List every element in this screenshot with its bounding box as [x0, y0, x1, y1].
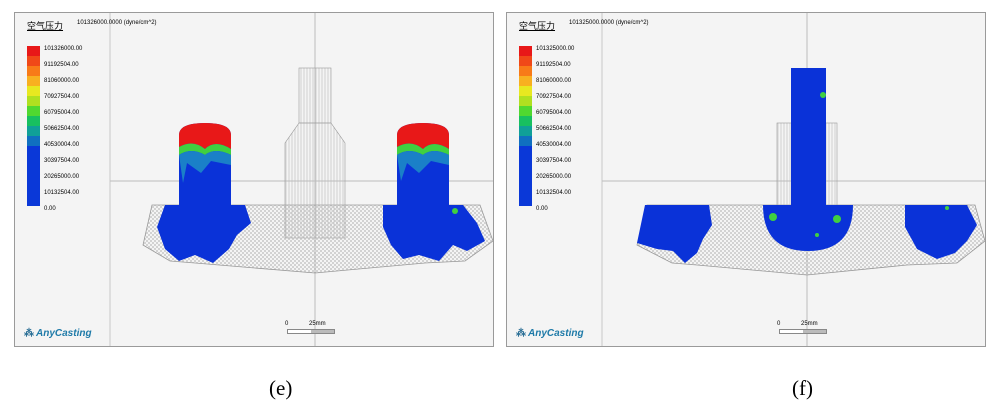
legend-label: 101326000.00	[44, 46, 83, 52]
brand-label: AnyCasting	[36, 328, 92, 339]
scale-bar: 0 25mm	[285, 321, 337, 335]
legend-label: 0.00	[44, 206, 56, 212]
legend-label: 30397504.00	[536, 158, 572, 164]
legend-swatch	[519, 86, 532, 96]
legend-label: 10132504.00	[44, 190, 80, 196]
legend-swatch	[27, 66, 40, 76]
legend-label: 40530004.00	[536, 142, 572, 148]
legend-swatch	[519, 96, 532, 106]
scale-bar-graphic	[779, 329, 827, 334]
legend-label: 30397504.00	[44, 158, 80, 164]
legend-label: 10132504.00	[536, 190, 572, 196]
legend-swatch	[519, 126, 532, 136]
simulation-view-f: 空气压力 101325000.0000 (dyne/cm^2) 10132500…	[506, 12, 986, 347]
legend-label: 60795004.00	[536, 110, 572, 116]
legend-label: 50662504.00	[44, 126, 80, 132]
scale-start: 0	[777, 321, 781, 327]
legend-swatch	[27, 86, 40, 96]
legend-label: 81060000.00	[44, 78, 80, 84]
figure-caption-f: (f)	[792, 376, 813, 400]
legend-swatch	[27, 136, 40, 146]
legend-swatch	[519, 106, 532, 116]
anycasting-logo-icon: ⁂	[24, 328, 34, 339]
legend-label: 20265000.00	[44, 174, 80, 180]
legend-label: 50662504.00	[536, 126, 572, 132]
panel-title: 空气压力	[27, 22, 64, 32]
mesh-scene-f	[601, 13, 985, 346]
legend-label: 20265000.00	[536, 174, 572, 180]
legend-label: 91192504.00	[536, 62, 571, 68]
anycasting-logo: ⁂ AnyCasting	[24, 328, 92, 339]
legend-label: 81060000.00	[536, 78, 572, 84]
anycasting-logo-icon: ⁂	[516, 328, 526, 339]
mesh-scene-e	[109, 13, 493, 346]
legend-swatch	[27, 76, 40, 86]
legend-label: 60795004.00	[44, 110, 80, 116]
legend-swatch	[27, 146, 40, 206]
figure-caption-e: (e)	[269, 376, 293, 400]
legend-swatch	[27, 56, 40, 66]
legend-label: 0.00	[536, 206, 548, 212]
legend-swatch	[519, 136, 532, 146]
legend-swatch	[519, 76, 532, 86]
legend-swatch	[519, 66, 532, 76]
scale-end: 25mm	[309, 321, 326, 327]
legend-swatch	[519, 146, 532, 206]
legend-label: 70927504.00	[536, 94, 572, 100]
scale-bar: 0 25mm	[777, 321, 829, 335]
legend-label: 101325000.00	[536, 46, 575, 52]
legend-label: 40530004.00	[44, 142, 80, 148]
legend-swatch	[27, 116, 40, 126]
legend-label: 91192504.00	[44, 62, 79, 68]
legend-swatch	[27, 96, 40, 106]
legend-swatch	[519, 56, 532, 66]
panel-units: 101325000.0000 (dyne/cm^2)	[569, 20, 649, 26]
legend-swatch	[27, 106, 40, 116]
legend-swatch	[519, 46, 532, 56]
legend-label: 70927504.00	[44, 94, 80, 100]
legend-swatch	[27, 126, 40, 136]
brand-label: AnyCasting	[528, 328, 584, 339]
legend-swatch	[519, 116, 532, 126]
simulation-view-e: 空气压力 101326000.0000 (dyne/cm^2) 10132600…	[14, 12, 494, 347]
scale-bar-graphic	[287, 329, 335, 334]
scale-start: 0	[285, 321, 289, 327]
panel-title: 空气压力	[519, 22, 556, 32]
legend-swatch	[27, 46, 40, 56]
scale-end: 25mm	[801, 321, 818, 327]
anycasting-logo: ⁂ AnyCasting	[516, 328, 584, 339]
panel-units: 101326000.0000 (dyne/cm^2)	[77, 20, 157, 26]
